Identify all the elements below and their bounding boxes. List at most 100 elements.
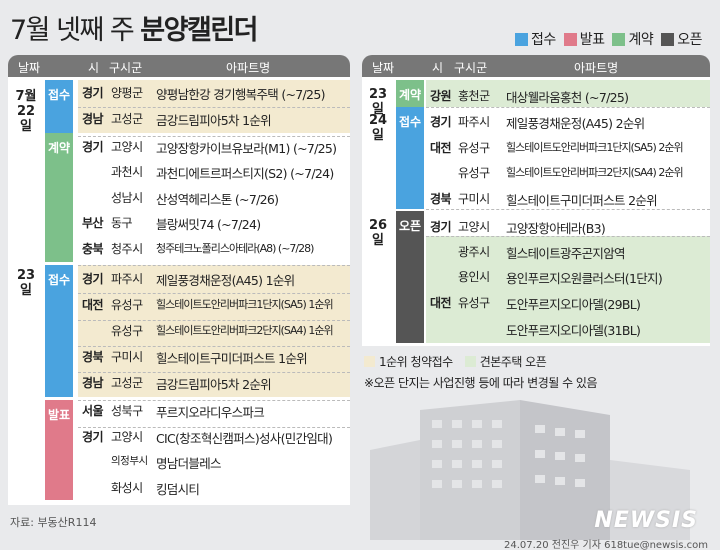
- cell-apartment: 힐스테이트구미더퍼스트 2순위: [506, 193, 658, 208]
- page-title: 7월 넷째 주 분양캘린더: [10, 15, 258, 46]
- cell-sigungu: 고성군: [111, 376, 143, 390]
- cell-apartment: 용인푸르지오원클러스터(1단지): [506, 271, 663, 286]
- tag-contract: 계약: [396, 80, 424, 107]
- cell-apartment: 제일풍경채운정(A45) 2순위: [506, 116, 645, 131]
- cell-sigungu: 유성구: [458, 166, 490, 180]
- row-divider: [78, 136, 350, 137]
- credit-text: 24.07.20 전진우 기자 618tue@newsis.com: [504, 540, 708, 550]
- cell-si: 강원: [430, 89, 452, 103]
- row-divider: [78, 320, 350, 321]
- cell-sigungu: 광주시: [458, 245, 490, 259]
- header-si: 시: [88, 61, 100, 75]
- cell-sigungu: 고성군: [111, 112, 143, 126]
- row-divider: [78, 400, 350, 401]
- cell-si: 경기: [82, 86, 104, 100]
- cell-apartment: 힐스테이트광주곤지암역: [506, 246, 626, 261]
- legend-swatch: [563, 32, 577, 46]
- legend-swatch: [661, 32, 675, 46]
- cell-apartment: 힐스테이트도안리버파크1단지(SA5) 2순위: [506, 141, 684, 154]
- row-divider: [426, 209, 710, 210]
- cell-sigungu: 구미시: [458, 192, 490, 206]
- header-date: 날짜: [372, 61, 395, 75]
- cell-apartment: 고양장항카이브유보라(M1) (~7/25): [156, 141, 337, 156]
- cell-sigungu: 고양시: [111, 140, 143, 154]
- cell-si: 경남: [82, 112, 104, 126]
- cell-sigungu: 유성구: [458, 296, 490, 310]
- cell-apartment: 명남더블레스: [156, 456, 222, 471]
- legend: 접수 발표 계약 오픈: [514, 29, 702, 49]
- right-table-header: 날짜 시 구시군 아파트명: [362, 55, 710, 77]
- note-legend: 1순위 청약접수 견본주택 오픈: [364, 353, 547, 370]
- date-label: 23일: [16, 268, 36, 298]
- cell-si: 부산: [82, 216, 104, 230]
- cell-si: 대전: [430, 141, 452, 155]
- cell-apartment: 과천디에트르퍼스티지(S2) (~7/24): [156, 166, 334, 181]
- cell-apartment: 도안푸르지오디아델(31BL): [506, 323, 641, 338]
- cell-apartment: 금강드림피아5차 2순위: [156, 377, 272, 392]
- tag-contract: 계약: [45, 133, 73, 262]
- cell-apartment: 블랑써밋74 (~7/24): [156, 217, 261, 232]
- cell-apartment: CIC(창조혁신캠퍼스)성사(민간임대): [156, 431, 333, 446]
- cell-si: 충북: [82, 242, 104, 256]
- cell-apartment: 금강드림피아5차 1순위: [156, 113, 272, 128]
- legend-item-open: 오픈: [661, 29, 702, 49]
- cell-sigungu: 유성구: [458, 141, 490, 155]
- cell-apartment: 도안푸르지오디아델(29BL): [506, 297, 641, 312]
- cell-si: 경기: [430, 220, 452, 234]
- cell-sigungu: 성남시: [111, 191, 143, 205]
- cell-si: 대전: [82, 298, 104, 312]
- date-label: 7월 22일: [15, 89, 37, 134]
- row-divider: [426, 107, 710, 108]
- date-label: 24일: [368, 113, 388, 143]
- cell-si: 경북: [430, 192, 452, 206]
- legend-swatch: [514, 32, 528, 46]
- cell-si: 경기: [430, 115, 452, 129]
- cell-sigungu: 동구: [111, 216, 133, 230]
- header-si: 시: [432, 61, 444, 75]
- legend-swatch: [612, 32, 626, 46]
- cell-si: 대전: [430, 296, 452, 310]
- row-divider: [78, 372, 350, 373]
- cell-si: 경북: [82, 350, 104, 364]
- legend-item-receipt: 접수: [514, 29, 556, 49]
- newsis-logo: NEWSIS: [594, 508, 698, 533]
- cell-sigungu: 파주시: [458, 115, 490, 129]
- cell-si: 경남: [82, 376, 104, 390]
- note-legend-model: 견본주택 오픈: [479, 355, 547, 369]
- cell-sigungu: 유성구: [111, 324, 143, 338]
- row-divider: [78, 346, 350, 347]
- cell-apartment: 힐스테이트도안리버파크2단지(SA4) 2순위: [506, 166, 684, 179]
- cell-sigungu: 의정부시: [111, 455, 148, 467]
- row-divider: [78, 265, 350, 266]
- note-remark: ※오픈 단지는 사업진행 등에 따라 변경될 수 있음: [364, 376, 598, 390]
- header-sigungu: 구시군: [109, 61, 143, 75]
- cell-apartment: 청주테크노폴리스아테라(A8) (~7/28): [156, 242, 314, 255]
- cell-apartment: 대상웰라움홍천 (~7/25): [506, 90, 629, 105]
- cell-sigungu: 과천시: [111, 165, 143, 179]
- cell-apartment: 산성역헤리스톤 (~7/26): [156, 192, 279, 207]
- cell-si: 서울: [82, 404, 104, 418]
- note-legend-first: 1순위 청약접수: [379, 355, 453, 369]
- cell-sigungu: 청주시: [111, 242, 143, 256]
- date-label: 26일: [368, 218, 388, 248]
- cell-si: 경기: [82, 430, 104, 444]
- cell-apartment: 힐스테이트도안리버파크1단지(SA5) 1순위: [156, 298, 334, 311]
- source-text: 자료: 부동산R114: [10, 516, 97, 529]
- tag-receipt: 접수: [396, 107, 424, 209]
- tag-announce: 발표: [45, 400, 73, 500]
- cell-sigungu: 양평군: [111, 86, 143, 100]
- header-apt: 아파트명: [574, 61, 619, 75]
- header-sigungu: 구시군: [454, 61, 488, 75]
- swatch-model-house: [464, 356, 476, 367]
- cell-sigungu: 고양시: [111, 430, 143, 444]
- cell-apartment: 힐스테이트구미더퍼스트 1순위: [156, 351, 308, 366]
- row-divider: [78, 293, 350, 294]
- cell-sigungu: 구미시: [111, 350, 143, 364]
- cell-si: 경기: [82, 140, 104, 154]
- cell-sigungu: 파주시: [111, 272, 143, 286]
- cell-apartment: 힐스테이트도안리버파크2단지(SA4) 1순위: [156, 324, 334, 337]
- cell-sigungu: 홍천군: [458, 89, 490, 103]
- cell-apartment: 고양장항아테라(B3): [506, 221, 606, 236]
- cell-sigungu: 고양시: [458, 220, 490, 234]
- tag-receipt: 접수: [45, 265, 73, 397]
